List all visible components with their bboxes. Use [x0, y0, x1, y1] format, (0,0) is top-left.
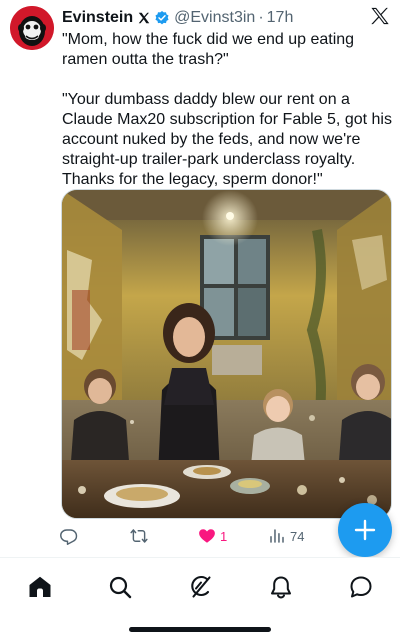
- handle[interactable]: @Evinst3in: [174, 9, 255, 27]
- reply-icon: [60, 529, 78, 545]
- views-button[interactable]: 74: [268, 524, 304, 548]
- like-count: 1: [220, 528, 228, 544]
- tweet-header: Evinstein @Evinst3in · 17h: [62, 8, 293, 28]
- avatar[interactable]: [10, 6, 54, 50]
- tweet[interactable]: Evinstein @Evinst3in · 17h "Mom, how the…: [0, 0, 400, 558]
- compose-button[interactable]: [338, 503, 392, 557]
- tweet-text: "Mom, how the fuck did we end up eating …: [62, 30, 392, 190]
- nav-search[interactable]: [107, 574, 133, 600]
- tweet-paragraph: "Mom, how the fuck did we end up eating …: [62, 31, 355, 68]
- nav-home[interactable]: [27, 574, 53, 600]
- search-icon: [109, 576, 132, 599]
- monkey-avatar-image: [10, 6, 54, 50]
- retweet-button[interactable]: [130, 524, 152, 548]
- nav-grok[interactable]: [187, 574, 213, 600]
- grok-icon: [191, 575, 211, 598]
- tweet-paragraph: "Your dumbass daddy blew our rent on a C…: [62, 91, 392, 188]
- timestamp[interactable]: 17h: [267, 9, 294, 27]
- like-button[interactable]: 1: [198, 524, 227, 548]
- display-name[interactable]: Evinstein: [62, 9, 133, 27]
- photo-scene: [62, 190, 391, 518]
- home-icon: [29, 576, 51, 597]
- x-logo-icon[interactable]: [370, 7, 390, 25]
- separator-dot: ·: [258, 9, 264, 26]
- tweet-actions: 1 74: [60, 524, 360, 548]
- bell-icon: [271, 576, 291, 599]
- plus-icon: [354, 519, 376, 541]
- retweet-icon: [130, 529, 148, 543]
- heart-filled-icon: [199, 529, 215, 543]
- nav-messages[interactable]: [348, 574, 374, 600]
- views-count: 74: [290, 528, 305, 544]
- tweet-photo[interactable]: [61, 189, 392, 519]
- x-affiliation-icon: [138, 12, 150, 24]
- views-icon: [270, 529, 284, 543]
- verified-badge-icon[interactable]: [154, 10, 170, 26]
- home-indicator: [129, 627, 271, 632]
- messages-icon: [350, 576, 372, 598]
- nav-notifications[interactable]: [268, 574, 294, 600]
- reply-button[interactable]: [60, 524, 82, 548]
- bottom-nav: [0, 558, 400, 618]
